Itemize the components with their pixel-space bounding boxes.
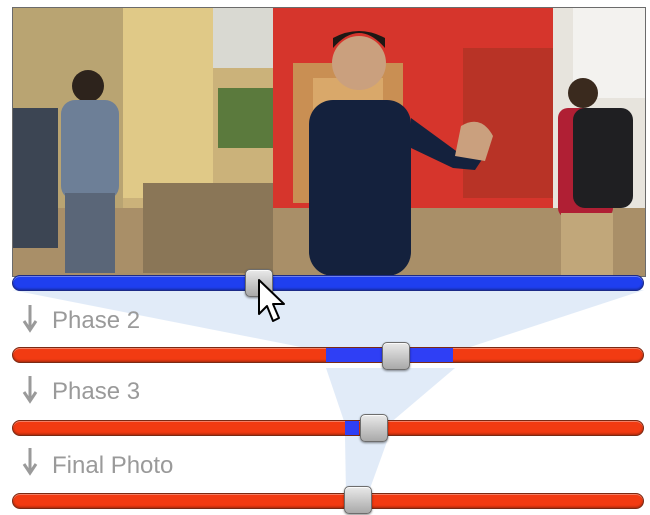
down-arrow-icon xyxy=(22,448,38,476)
down-arrow-icon xyxy=(22,376,38,404)
final-photo-thumb[interactable] xyxy=(344,486,372,514)
phase-3-label: Phase 3 xyxy=(52,378,141,405)
phase-2-thumb[interactable] xyxy=(382,342,410,370)
phase-3-track[interactable] xyxy=(12,420,644,436)
down-arrow-icon xyxy=(22,305,38,333)
phase-2-label: Phase 2 xyxy=(52,307,141,334)
final-photo-track[interactable] xyxy=(12,493,644,509)
phase-3-thumb[interactable] xyxy=(360,414,388,442)
video-scrubber-track[interactable] xyxy=(12,275,644,291)
mouse-cursor-icon xyxy=(258,279,285,322)
phase-3-selected-range xyxy=(345,421,359,435)
photo-selection-stage: Phase 2 Phase 3 Final Photo xyxy=(0,0,650,515)
final-photo-label: Final Photo xyxy=(52,452,174,479)
video-frame xyxy=(12,7,646,277)
phase-2-track[interactable] xyxy=(12,347,644,363)
